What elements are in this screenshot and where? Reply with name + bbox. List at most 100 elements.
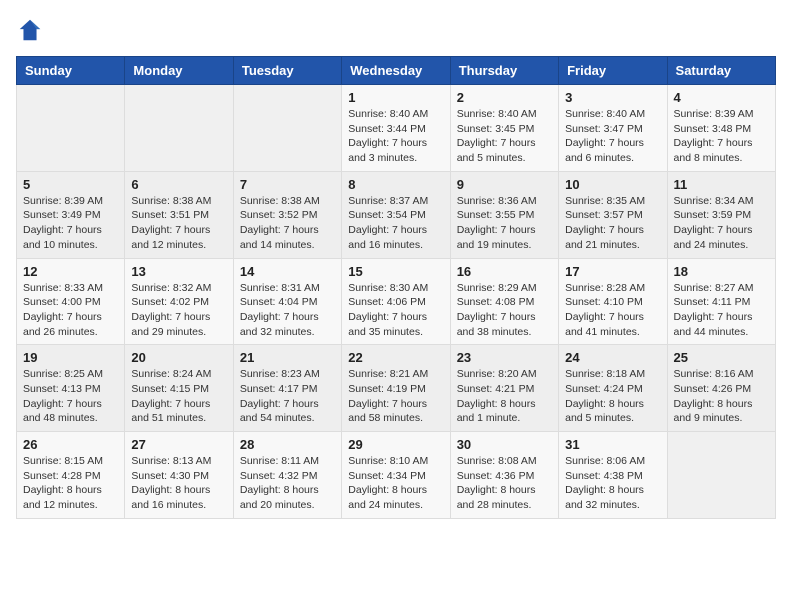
logo	[16, 16, 48, 44]
day-number: 6	[131, 177, 226, 192]
day-info: Sunrise: 8:15 AM Sunset: 4:28 PM Dayligh…	[23, 454, 118, 513]
day-number: 19	[23, 350, 118, 365]
day-number: 3	[565, 90, 660, 105]
day-info: Sunrise: 8:40 AM Sunset: 3:44 PM Dayligh…	[348, 107, 443, 166]
calendar-week-row: 5 Sunrise: 8:39 AM Sunset: 3:49 PM Daylig…	[17, 171, 776, 258]
calendar-cell: 13 Sunrise: 8:32 AM Sunset: 4:02 PM Dayli…	[125, 258, 233, 345]
day-info: Sunrise: 8:11 AM Sunset: 4:32 PM Dayligh…	[240, 454, 335, 513]
calendar-cell	[667, 432, 775, 519]
calendar-cell: 24 Sunrise: 8:18 AM Sunset: 4:24 PM Dayli…	[559, 345, 667, 432]
calendar-cell: 17 Sunrise: 8:28 AM Sunset: 4:10 PM Dayli…	[559, 258, 667, 345]
calendar-cell: 18 Sunrise: 8:27 AM Sunset: 4:11 PM Dayli…	[667, 258, 775, 345]
day-info: Sunrise: 8:13 AM Sunset: 4:30 PM Dayligh…	[131, 454, 226, 513]
calendar-cell: 1 Sunrise: 8:40 AM Sunset: 3:44 PM Daylig…	[342, 85, 450, 172]
weekday-header-saturday: Saturday	[667, 57, 775, 85]
day-info: Sunrise: 8:36 AM Sunset: 3:55 PM Dayligh…	[457, 194, 552, 253]
day-info: Sunrise: 8:37 AM Sunset: 3:54 PM Dayligh…	[348, 194, 443, 253]
day-info: Sunrise: 8:32 AM Sunset: 4:02 PM Dayligh…	[131, 281, 226, 340]
day-info: Sunrise: 8:29 AM Sunset: 4:08 PM Dayligh…	[457, 281, 552, 340]
calendar-cell: 10 Sunrise: 8:35 AM Sunset: 3:57 PM Dayli…	[559, 171, 667, 258]
day-info: Sunrise: 8:38 AM Sunset: 3:52 PM Dayligh…	[240, 194, 335, 253]
calendar-cell: 3 Sunrise: 8:40 AM Sunset: 3:47 PM Daylig…	[559, 85, 667, 172]
day-number: 26	[23, 437, 118, 452]
day-info: Sunrise: 8:27 AM Sunset: 4:11 PM Dayligh…	[674, 281, 769, 340]
day-number: 30	[457, 437, 552, 452]
day-info: Sunrise: 8:34 AM Sunset: 3:59 PM Dayligh…	[674, 194, 769, 253]
day-info: Sunrise: 8:35 AM Sunset: 3:57 PM Dayligh…	[565, 194, 660, 253]
calendar-cell: 25 Sunrise: 8:16 AM Sunset: 4:26 PM Dayli…	[667, 345, 775, 432]
calendar-cell: 29 Sunrise: 8:10 AM Sunset: 4:34 PM Dayli…	[342, 432, 450, 519]
calendar-cell: 14Sunrise: 8:31 AM Sunset: 4:04 PM Dayli…	[233, 258, 341, 345]
calendar-week-row: 12Sunrise: 8:33 AM Sunset: 4:00 PM Dayli…	[17, 258, 776, 345]
calendar-cell: 12Sunrise: 8:33 AM Sunset: 4:00 PM Dayli…	[17, 258, 125, 345]
weekday-header-monday: Monday	[125, 57, 233, 85]
calendar-cell: 15Sunrise: 8:30 AM Sunset: 4:06 PM Dayli…	[342, 258, 450, 345]
weekday-header-friday: Friday	[559, 57, 667, 85]
day-info: Sunrise: 8:31 AM Sunset: 4:04 PM Dayligh…	[240, 281, 335, 340]
day-number: 31	[565, 437, 660, 452]
day-number: 29	[348, 437, 443, 452]
day-number: 4	[674, 90, 769, 105]
day-number: 21	[240, 350, 335, 365]
day-info: Sunrise: 8:38 AM Sunset: 3:51 PM Dayligh…	[131, 194, 226, 253]
day-number: 28	[240, 437, 335, 452]
day-info: Sunrise: 8:39 AM Sunset: 3:49 PM Dayligh…	[23, 194, 118, 253]
calendar-cell: 7 Sunrise: 8:38 AM Sunset: 3:52 PM Daylig…	[233, 171, 341, 258]
calendar-cell: 26 Sunrise: 8:15 AM Sunset: 4:28 PM Dayli…	[17, 432, 125, 519]
day-info: Sunrise: 8:21 AM Sunset: 4:19 PM Dayligh…	[348, 367, 443, 426]
day-number: 13	[131, 264, 226, 279]
day-info: Sunrise: 8:39 AM Sunset: 3:48 PM Dayligh…	[674, 107, 769, 166]
calendar-cell: 28 Sunrise: 8:11 AM Sunset: 4:32 PM Dayli…	[233, 432, 341, 519]
day-info: Sunrise: 8:23 AM Sunset: 4:17 PM Dayligh…	[240, 367, 335, 426]
calendar-cell: 27 Sunrise: 8:13 AM Sunset: 4:30 PM Dayli…	[125, 432, 233, 519]
weekday-header-wednesday: Wednesday	[342, 57, 450, 85]
day-info: Sunrise: 8:18 AM Sunset: 4:24 PM Dayligh…	[565, 367, 660, 426]
day-number: 22	[348, 350, 443, 365]
calendar-cell: 31 Sunrise: 8:06 AM Sunset: 4:38 PM Dayli…	[559, 432, 667, 519]
calendar-cell: 30 Sunrise: 8:08 AM Sunset: 4:36 PM Dayli…	[450, 432, 558, 519]
day-number: 8	[348, 177, 443, 192]
day-number: 20	[131, 350, 226, 365]
day-info: Sunrise: 8:28 AM Sunset: 4:10 PM Dayligh…	[565, 281, 660, 340]
day-info: Sunrise: 8:25 AM Sunset: 4:13 PM Dayligh…	[23, 367, 118, 426]
day-number: 1	[348, 90, 443, 105]
calendar-cell: 20 Sunrise: 8:24 AM Sunset: 4:15 PM Dayli…	[125, 345, 233, 432]
calendar-cell: 22 Sunrise: 8:21 AM Sunset: 4:19 PM Dayli…	[342, 345, 450, 432]
calendar-cell: 2Sunrise: 8:40 AM Sunset: 3:45 PM Daylig…	[450, 85, 558, 172]
calendar-table: SundayMondayTuesdayWednesdayThursdayFrid…	[16, 56, 776, 519]
day-info: Sunrise: 8:10 AM Sunset: 4:34 PM Dayligh…	[348, 454, 443, 513]
day-number: 25	[674, 350, 769, 365]
day-number: 17	[565, 264, 660, 279]
calendar-week-row: 19 Sunrise: 8:25 AM Sunset: 4:13 PM Dayli…	[17, 345, 776, 432]
calendar-week-row: 26 Sunrise: 8:15 AM Sunset: 4:28 PM Dayli…	[17, 432, 776, 519]
weekday-header-tuesday: Tuesday	[233, 57, 341, 85]
calendar-cell: 9Sunrise: 8:36 AM Sunset: 3:55 PM Daylig…	[450, 171, 558, 258]
calendar-cell: 23 Sunrise: 8:20 AM Sunset: 4:21 PM Dayli…	[450, 345, 558, 432]
day-number: 18	[674, 264, 769, 279]
calendar-cell: 11 Sunrise: 8:34 AM Sunset: 3:59 PM Dayli…	[667, 171, 775, 258]
day-info: Sunrise: 8:40 AM Sunset: 3:47 PM Dayligh…	[565, 107, 660, 166]
day-info: Sunrise: 8:08 AM Sunset: 4:36 PM Dayligh…	[457, 454, 552, 513]
day-info: Sunrise: 8:16 AM Sunset: 4:26 PM Dayligh…	[674, 367, 769, 426]
calendar-cell	[125, 85, 233, 172]
day-number: 23	[457, 350, 552, 365]
day-number: 7	[240, 177, 335, 192]
page-header	[16, 16, 776, 44]
day-info: Sunrise: 8:40 AM Sunset: 3:45 PM Dayligh…	[457, 107, 552, 166]
day-number: 10	[565, 177, 660, 192]
day-number: 11	[674, 177, 769, 192]
weekday-header-thursday: Thursday	[450, 57, 558, 85]
calendar-week-row: 1 Sunrise: 8:40 AM Sunset: 3:44 PM Daylig…	[17, 85, 776, 172]
calendar-cell: 19 Sunrise: 8:25 AM Sunset: 4:13 PM Dayli…	[17, 345, 125, 432]
day-info: Sunrise: 8:20 AM Sunset: 4:21 PM Dayligh…	[457, 367, 552, 426]
weekday-header-row: SundayMondayTuesdayWednesdayThursdayFrid…	[17, 57, 776, 85]
day-number: 15	[348, 264, 443, 279]
day-number: 27	[131, 437, 226, 452]
calendar-cell	[233, 85, 341, 172]
day-info: Sunrise: 8:33 AM Sunset: 4:00 PM Dayligh…	[23, 281, 118, 340]
weekday-header-sunday: Sunday	[17, 57, 125, 85]
day-info: Sunrise: 8:24 AM Sunset: 4:15 PM Dayligh…	[131, 367, 226, 426]
day-number: 5	[23, 177, 118, 192]
day-number: 24	[565, 350, 660, 365]
day-info: Sunrise: 8:06 AM Sunset: 4:38 PM Dayligh…	[565, 454, 660, 513]
